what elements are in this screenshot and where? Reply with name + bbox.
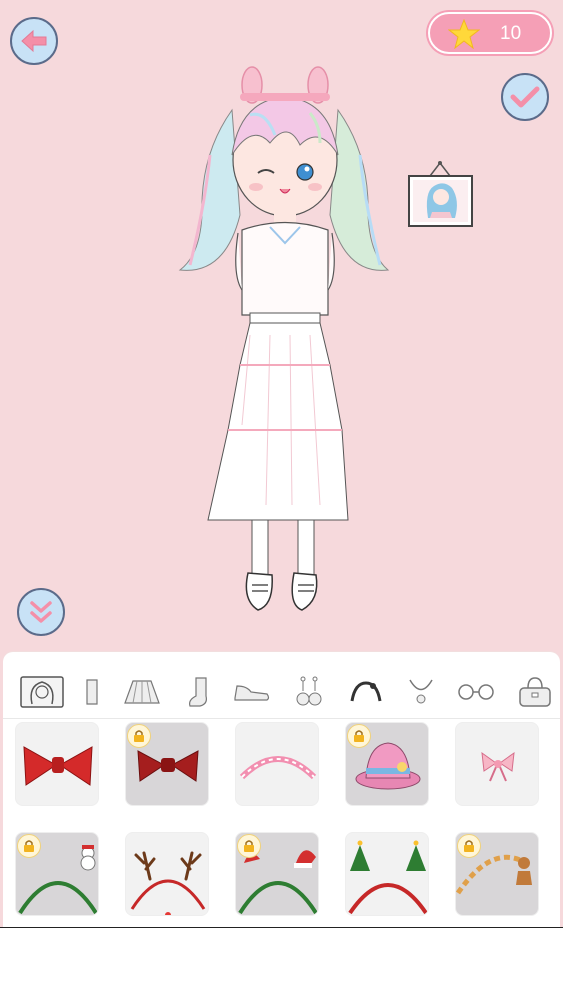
- antler-headband-icon: [130, 851, 206, 915]
- red-bow-icon: [23, 746, 93, 786]
- back-button[interactable]: [10, 17, 58, 65]
- necklace-icon: [409, 679, 433, 704]
- shirt-icon: [86, 679, 98, 705]
- star-counter: 10: [428, 12, 552, 54]
- santa-hat-headband-item[interactable]: [235, 832, 319, 916]
- shoes-tab[interactable]: [231, 672, 273, 712]
- pink-headband-icon: [239, 756, 317, 780]
- glasses-tab[interactable]: [455, 672, 497, 712]
- small-pink-bow-icon: [481, 751, 515, 782]
- top-tab[interactable]: [83, 672, 101, 712]
- dark-red-bow-item[interactable]: [125, 722, 209, 806]
- category-tabs: [3, 666, 560, 719]
- portrait-frame-icon: [408, 161, 473, 227]
- gingerbread-headband-item[interactable]: [455, 832, 539, 916]
- checkmark-icon: [510, 86, 540, 108]
- dress-up-stage: 10: [0, 0, 563, 655]
- wardrobe-panel: [3, 652, 560, 927]
- sneaker-icon: [234, 685, 270, 701]
- glasses-icon: [458, 684, 494, 700]
- necklace-tab[interactable]: [405, 672, 437, 712]
- handbag-icon: [519, 677, 551, 707]
- arrow-left-icon: [21, 29, 47, 53]
- tree-headband-item[interactable]: [345, 832, 429, 916]
- small-pink-bow-item[interactable]: [455, 722, 539, 806]
- bottom-blank-area: [0, 927, 563, 1003]
- lock-icon: [127, 724, 151, 748]
- red-bow-item[interactable]: [15, 722, 99, 806]
- doll-figure: [178, 66, 390, 611]
- doll-character: [170, 65, 400, 620]
- headband-tab[interactable]: [347, 672, 385, 712]
- pink-hat-item[interactable]: [345, 722, 429, 806]
- wall-portrait: [408, 160, 473, 228]
- earrings-icon: [296, 676, 322, 706]
- star-count: 10: [500, 23, 522, 44]
- skirt-tab[interactable]: [121, 672, 163, 712]
- antler-headband-item[interactable]: [125, 832, 209, 916]
- hair-tab[interactable]: [19, 672, 65, 712]
- lock-icon: [237, 834, 261, 858]
- earrings-tab[interactable]: [291, 672, 327, 712]
- tree-headband-icon: [348, 840, 428, 915]
- lock-icon: [347, 724, 371, 748]
- lock-icon: [457, 834, 481, 858]
- collapse-button[interactable]: [17, 588, 65, 636]
- confirm-button[interactable]: [501, 73, 549, 121]
- socks-tab[interactable]: [183, 672, 215, 712]
- pink-headband-item[interactable]: [235, 722, 319, 806]
- headband-icon: [350, 681, 382, 702]
- skirt-icon: [124, 680, 160, 704]
- bag-tab[interactable]: [515, 672, 555, 712]
- double-chevron-down-icon: [30, 601, 52, 623]
- sock-icon: [189, 677, 207, 707]
- snowman-headband-item[interactable]: [15, 832, 99, 916]
- hairstyle-icon: [20, 676, 64, 708]
- lock-icon: [17, 834, 41, 858]
- star-icon: [448, 19, 480, 49]
